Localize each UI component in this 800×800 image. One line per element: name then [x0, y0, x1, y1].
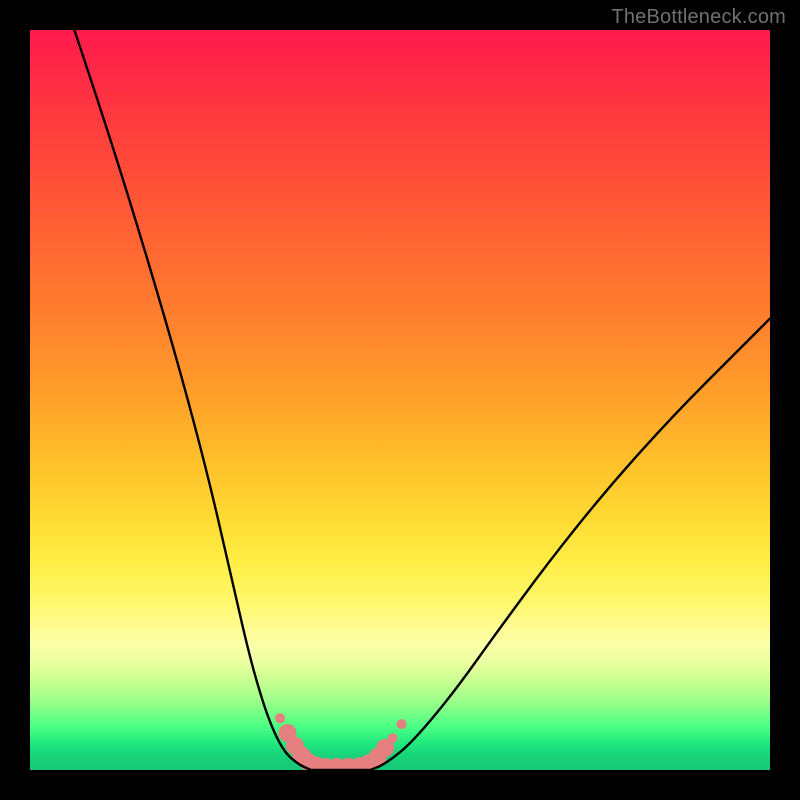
marker-bead: [397, 719, 407, 729]
marker-bead: [275, 713, 285, 723]
bottleneck-curve: [74, 30, 770, 770]
chart-frame: TheBottleneck.com: [0, 0, 800, 800]
marker-bead: [388, 733, 398, 743]
curve-layer: [30, 30, 770, 770]
plot-area: [30, 30, 770, 770]
watermark-text: TheBottleneck.com: [611, 6, 786, 29]
